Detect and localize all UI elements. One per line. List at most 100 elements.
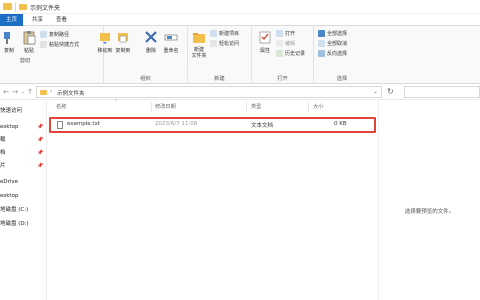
paste-label: 粘贴: [23, 48, 34, 54]
properties-button[interactable]: 属性: [254, 30, 276, 54]
easy-access-icon: [210, 40, 217, 47]
file-list: ⌃ 名称 修改日期 类型 大小 example.txt 2023/6/7 11:…: [48, 99, 378, 300]
open-button[interactable]: 打开: [276, 30, 295, 39]
history-button[interactable]: 历史记录: [276, 50, 305, 59]
paste-shortcut-label: 粘贴快捷方式: [49, 42, 80, 48]
organize-group-label: 组织: [140, 76, 151, 82]
open-group: 属性 打开 编辑 历史记录 打开: [252, 26, 314, 84]
shortcut-icon: [40, 41, 47, 48]
title-bar: 示例文件夹: [0, 0, 480, 14]
edit-button[interactable]: 编辑: [276, 40, 295, 49]
select-all-button[interactable]: 全部选择: [318, 30, 347, 39]
nav-item-label: esktop: [0, 193, 19, 199]
copy-button[interactable]: 复制: [0, 30, 20, 54]
copy-to-label: 复制到: [115, 48, 131, 54]
nav-item[interactable]: esktop: [0, 190, 47, 202]
paste-shortcut-button[interactable]: 粘贴快捷方式: [40, 41, 79, 50]
tab-view[interactable]: 查看: [50, 14, 73, 26]
edit-icon: [276, 40, 283, 47]
up-arrow-icon[interactable]: ↑: [26, 87, 34, 97]
rename-button[interactable]: 重命名: [160, 30, 182, 54]
nav-item-label: eDrive: [0, 179, 19, 185]
cut-icon: [40, 31, 47, 38]
select-group: 全部选择 全部取消 反向选择 选择: [314, 26, 370, 84]
back-arrow-icon[interactable]: ←: [2, 87, 10, 97]
select-none-label: 全部取消: [327, 41, 348, 47]
chevron-down-icon[interactable]: ⌄: [373, 88, 378, 95]
delete-button[interactable]: 删除: [140, 30, 162, 54]
nav-item[interactable]: [0, 231, 47, 243]
nav-item[interactable]: 快速访问: [0, 105, 47, 117]
nav-item[interactable]: 片 📌: [0, 160, 47, 172]
move-to-label: 移动到: [97, 48, 113, 54]
nav-item-label: 地磁盘 (D:): [0, 221, 29, 227]
preview-message: 选择要预览的文件。: [404, 209, 455, 215]
pin-icon: 📌: [37, 124, 44, 130]
chevron-right-icon: ›: [50, 88, 53, 95]
cut-label: 复制路径: [49, 32, 70, 38]
new-folder-label: 新建 文件夹: [191, 47, 207, 59]
tab-home[interactable]: 主页: [0, 14, 24, 26]
select-all-icon: [318, 30, 325, 37]
refresh-icon[interactable]: ↻: [387, 87, 394, 97]
column-header-type[interactable]: 类型: [251, 103, 261, 110]
properties-icon: [259, 31, 271, 44]
delete-icon: [145, 31, 157, 43]
invert-selection-button[interactable]: 反向选择: [318, 50, 347, 59]
folder-icon: [3, 3, 12, 10]
nav-item[interactable]: 档 📌: [0, 147, 47, 159]
new-item-label: 新建项目: [219, 31, 240, 37]
organize-group: 移动到 复制到 删除 重命名 组织: [97, 26, 188, 84]
cut-small-button[interactable]: 剪切: [20, 57, 30, 66]
address-bar-row: ← → ⌄ ↑ › 示例文件夹 ⌄ ↻: [0, 84, 480, 100]
column-divider[interactable]: [308, 102, 309, 112]
select-none-button[interactable]: 全部取消: [318, 40, 347, 49]
nav-item[interactable]: esktop 📌: [0, 121, 47, 133]
new-folder-button[interactable]: 新建 文件夹: [188, 30, 210, 59]
copy-to-icon: [118, 33, 128, 43]
folder-icon: [19, 4, 27, 10]
paste-button[interactable]: 粘贴: [18, 30, 40, 54]
new-item-icon: [210, 30, 217, 37]
select-none-icon: [318, 40, 325, 47]
address-field[interactable]: › 示例文件夹 ⌄: [36, 86, 382, 98]
invert-selection-icon: [318, 50, 325, 57]
easy-access-button[interactable]: 轻松访问: [210, 40, 239, 49]
nav-item-label: esktop: [0, 124, 19, 130]
address-path: 示例文件夹: [57, 91, 85, 97]
select-all-label: 全部选择: [327, 31, 348, 37]
new-group: 新建 文件夹 新建项目 轻松访问 新建: [188, 26, 252, 84]
copy-to-button[interactable]: 复制到: [112, 30, 134, 54]
new-group-label: 新建: [214, 76, 225, 82]
ribbon-tabs: 主页 共享 查看: [0, 14, 480, 26]
ribbon: 复制 粘贴 复制路径 粘贴快捷方式 剪切 移动到 复制到 删除 重命名 组织 新…: [0, 26, 480, 84]
column-header-date[interactable]: 修改日期: [155, 103, 176, 110]
open-icon: [276, 30, 283, 37]
history-icon: [276, 50, 283, 57]
cut-button[interactable]: 复制路径: [40, 31, 69, 40]
new-item-button[interactable]: 新建项目: [210, 30, 239, 39]
tab-share[interactable]: 共享: [26, 14, 49, 26]
new-folder-icon: [193, 33, 205, 43]
column-divider[interactable]: [151, 102, 152, 112]
nav-item[interactable]: eDrive: [0, 176, 47, 188]
cut-small-label: 剪切: [20, 58, 31, 64]
nav-item-label: 载: [0, 137, 6, 143]
move-to-icon: [100, 33, 110, 44]
nav-item[interactable]: 地磁盘 (D:): [0, 218, 47, 230]
preview-pane: 选择要预览的文件。: [378, 100, 480, 300]
navigation-pane: 快速访问 esktop 📌 载 📌 档 📌 片 📌 eDrive esktop 地磁盘 (C:) 地磁盘…: [0, 100, 47, 300]
nav-item[interactable]: 地磁盘 (C:): [0, 204, 47, 216]
pin-icon: 📌: [37, 150, 44, 156]
easy-access-label: 轻松访问: [219, 41, 240, 47]
column-header-name[interactable]: 名称: [56, 103, 66, 110]
nav-item-label: 档: [0, 150, 6, 156]
nav-item-label: 快速访问: [0, 108, 23, 114]
forward-arrow-icon[interactable]: →: [11, 87, 19, 97]
column-divider[interactable]: [246, 102, 247, 112]
clipboard-group: 复制 粘贴 复制路径 粘贴快捷方式 剪切: [0, 26, 104, 84]
search-input[interactable]: [404, 86, 480, 98]
nav-item[interactable]: 载 📌: [0, 134, 47, 146]
column-header-size[interactable]: 大小: [313, 103, 323, 110]
delete-label: 删除: [145, 48, 156, 54]
